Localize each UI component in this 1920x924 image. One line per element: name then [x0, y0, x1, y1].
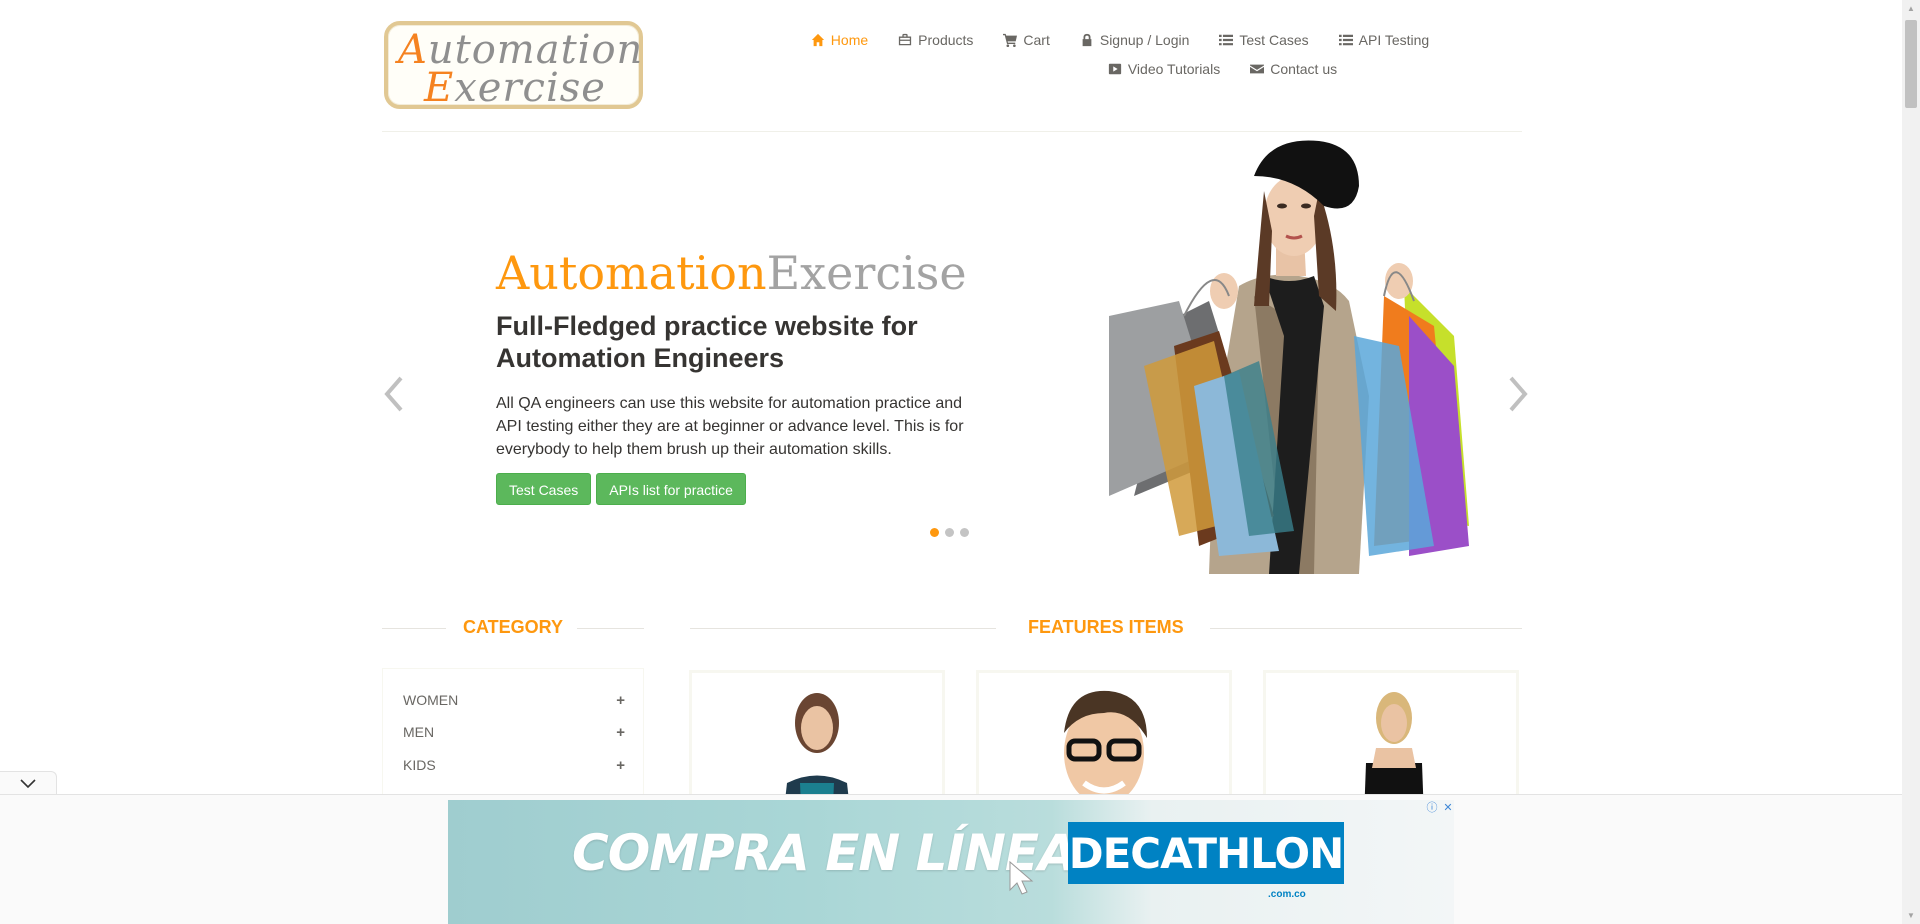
nav-signup-login-label: Signup / Login	[1099, 32, 1190, 48]
nav-test-cases-label: Test Cases	[1239, 32, 1309, 48]
shopping-bag-icon	[899, 33, 912, 46]
chevron-left-icon	[384, 376, 403, 412]
ad-banner[interactable]: COMPRA EN LÍNEA DECATHLON .com.co	[448, 800, 1454, 924]
page: Automation Exercise Home Products Cart S…	[0, 0, 1902, 924]
features-heading: FEATURES ITEMS	[1028, 617, 1184, 637]
cart-icon	[1003, 33, 1018, 47]
chevron-down-icon	[20, 779, 36, 789]
hero-buttons: Test Cases APIs list for practice	[496, 473, 746, 505]
hero-subtitle: Full-Fledged practice website for Automa…	[496, 311, 918, 373]
nav-row-2: Video Tutorials Contact us	[965, 59, 1480, 79]
ad-collapse-toggle[interactable]	[0, 771, 57, 796]
site-logo[interactable]: Automation Exercise	[384, 21, 643, 111]
test-cases-button[interactable]: Test Cases	[496, 473, 592, 505]
ad-brand-text: DECATHLON	[1068, 828, 1345, 878]
hero-title-part2: Exercise	[766, 246, 967, 300]
envelope-icon	[1250, 64, 1265, 74]
home-icon	[811, 33, 824, 47]
apis-list-button[interactable]: APIs list for practice	[596, 473, 746, 505]
carousel-prev-button[interactable]	[382, 374, 406, 414]
hero-description: All QA engineers can use this website fo…	[496, 395, 964, 458]
logo-line-2: Exercise	[424, 65, 606, 111]
plus-icon[interactable]: +	[616, 692, 625, 709]
carousel-dot-2[interactable]	[945, 528, 954, 537]
scroll-down-arrow-icon[interactable]: ▼	[1902, 907, 1920, 924]
ad-info-icon[interactable]: ⓘ	[1426, 802, 1438, 814]
youtube-play-icon	[1108, 63, 1121, 75]
heading-rule-left	[690, 628, 996, 629]
cursor-arrow-icon	[1009, 860, 1034, 895]
list-icon	[1338, 34, 1353, 46]
header-divider	[382, 131, 1522, 132]
category-men[interactable]: MEN +	[403, 724, 625, 741]
nav-cart[interactable]: Cart	[988, 30, 1064, 50]
scroll-up-arrow-icon[interactable]: ▲	[1902, 0, 1920, 17]
scroll-thumb[interactable]	[1905, 20, 1917, 108]
carousel-dot-1[interactable]	[930, 528, 939, 537]
nav-products-label: Products	[918, 32, 974, 48]
ad-close-icon[interactable]: ✕	[1442, 802, 1454, 814]
nav-video-tutorials-label: Video Tutorials	[1127, 61, 1221, 77]
category-women[interactable]: WOMEN +	[403, 692, 625, 709]
hero-carousel: AutomationExercise Full-Fledged practice…	[382, 134, 1528, 574]
hero-title: AutomationExercise	[496, 246, 967, 300]
ad-controls: ⓘ ✕	[1426, 802, 1454, 814]
nav-signup-login[interactable]: Signup / Login	[1065, 30, 1205, 50]
category-kids[interactable]: KIDS +	[403, 757, 625, 774]
nav-row-1: Home Products Cart Signup / Login Test C…	[760, 30, 1480, 50]
chevron-right-icon	[1509, 376, 1528, 412]
plus-icon[interactable]: +	[616, 724, 625, 741]
heading-rule-right	[577, 628, 644, 629]
category-men-label: MEN	[403, 724, 435, 740]
carousel-dot-3[interactable]	[960, 528, 969, 537]
main-nav: Home Products Cart Signup / Login Test C…	[760, 30, 1480, 79]
hero-title-part1: Automation	[496, 246, 767, 300]
nav-api-testing[interactable]: API Testing	[1324, 30, 1445, 50]
ad-domain: .com.co	[1268, 889, 1306, 900]
nav-api-testing-label: API Testing	[1358, 32, 1430, 48]
heading-rule-right	[1210, 628, 1522, 629]
carousel-indicators	[930, 528, 969, 537]
nav-test-cases[interactable]: Test Cases	[1204, 30, 1323, 50]
hero-image	[1109, 140, 1469, 574]
plus-icon[interactable]: +	[616, 757, 625, 774]
nav-home-label: Home	[830, 32, 869, 48]
nav-video-tutorials[interactable]: Video Tutorials	[1093, 59, 1235, 79]
page-scrollbar[interactable]: ▲ ▼	[1902, 0, 1920, 924]
nav-contact-us[interactable]: Contact us	[1235, 59, 1352, 79]
nav-products[interactable]: Products	[883, 30, 988, 50]
category-kids-label: KIDS	[403, 757, 436, 773]
lock-icon	[1082, 33, 1092, 47]
ad-brand-logo: DECATHLON	[1068, 822, 1344, 884]
nav-contact-us-label: Contact us	[1270, 61, 1338, 77]
list-icon	[1219, 34, 1234, 46]
category-women-label: WOMEN	[403, 692, 459, 708]
nav-cart-label: Cart	[1023, 32, 1050, 48]
category-heading-block: CATEGORY	[382, 617, 644, 639]
nav-home[interactable]: Home	[796, 30, 883, 50]
heading-rule-left	[382, 628, 446, 629]
category-heading: CATEGORY	[463, 617, 564, 637]
ad-headline: COMPRA EN LÍNEA	[572, 824, 1077, 882]
features-heading-block: FEATURES ITEMS	[690, 617, 1522, 639]
carousel-next-button[interactable]	[1506, 374, 1530, 414]
